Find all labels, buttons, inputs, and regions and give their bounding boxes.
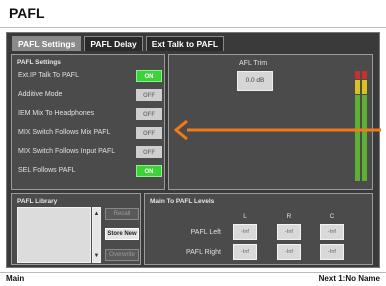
status-bar: Main Next 1:No Name bbox=[0, 272, 386, 286]
meter-yellow-segment bbox=[355, 80, 360, 94]
afl-trim-value[interactable]: 0.0 dB bbox=[237, 71, 273, 91]
status-scene-mix: Main bbox=[6, 274, 25, 283]
meter-red-segment bbox=[355, 71, 360, 79]
level-right-l[interactable]: -Inf bbox=[233, 244, 257, 260]
setting-label: MIX Switch Follows Input PAFL bbox=[18, 148, 116, 155]
setting-row-ext-ip-talk: Ext.IP Talk To PAFL ON bbox=[18, 69, 162, 83]
sel-follows-pafl-toggle[interactable]: ON bbox=[136, 165, 162, 177]
level-right-c[interactable]: -Inf bbox=[320, 244, 344, 260]
level-left-l[interactable]: -Inf bbox=[233, 224, 257, 240]
level-left-r[interactable]: -Inf bbox=[277, 224, 301, 240]
iem-mix-toggle[interactable]: OFF bbox=[136, 108, 162, 120]
title-bar: PAFL bbox=[0, 0, 386, 28]
mix-follows-mix-pafl-toggle[interactable]: OFF bbox=[136, 127, 162, 139]
meter-yellow-segment bbox=[362, 80, 367, 94]
level-left-c[interactable]: -Inf bbox=[320, 224, 344, 240]
pafl-right-label: PAFL Right bbox=[185, 249, 221, 256]
pafl-library-title: PAFL Library bbox=[17, 198, 58, 205]
library-scrollbar[interactable]: ▲ ▼ bbox=[92, 207, 101, 263]
orange-arrow-annotation bbox=[173, 120, 381, 140]
ext-ip-talk-toggle[interactable]: ON bbox=[136, 70, 162, 82]
main-to-pafl-levels-panel: Main To PAFL Levels L R C PAFL Left -Inf… bbox=[144, 193, 373, 265]
library-list[interactable] bbox=[17, 207, 91, 263]
pafl-left-label: PAFL Left bbox=[190, 229, 221, 236]
overwrite-button[interactable]: Overwrite bbox=[105, 249, 139, 261]
pafl-library-panel: PAFL Library ▲ ▼ Recall Store New Overwr… bbox=[11, 193, 141, 265]
setting-label: Ext.IP Talk To PAFL bbox=[18, 72, 79, 79]
status-next-scene: Next 1:No Name bbox=[318, 274, 380, 283]
pafl-settings-panel: PAFL Settings Ext.IP Talk To PAFL ON Add… bbox=[11, 54, 165, 190]
setting-row-iem-mix: IEM Mix To Headphones OFF bbox=[18, 107, 162, 121]
column-header-c: C bbox=[329, 213, 335, 220]
tab-ext-talk-to-pafl[interactable]: Ext Talk to PAFL bbox=[145, 36, 225, 51]
setting-label: SEL Follows PAFL bbox=[18, 167, 76, 174]
meter-red-segment bbox=[362, 71, 367, 79]
pafl-settings-title: PAFL Settings bbox=[17, 59, 61, 66]
tab-pafl-delay[interactable]: PAFL Delay bbox=[84, 36, 143, 51]
mix-follows-input-pafl-toggle[interactable]: OFF bbox=[136, 146, 162, 158]
level-right-r[interactable]: -Inf bbox=[277, 244, 301, 260]
setting-row-sel-follows-pafl: SEL Follows PAFL ON bbox=[18, 164, 162, 178]
setting-label: Additive Mode bbox=[18, 91, 63, 98]
column-header-r: R bbox=[286, 213, 292, 220]
setting-label: IEM Mix To Headphones bbox=[18, 110, 95, 117]
additive-mode-toggle[interactable]: OFF bbox=[136, 89, 162, 101]
page-title: PAFL bbox=[9, 5, 45, 21]
tab-strip: PAFL Settings PAFL Delay Ext Talk to PAF… bbox=[12, 36, 225, 51]
afl-trim-label: AFL Trim bbox=[239, 60, 268, 67]
setting-label: MIX Switch Follows Mix PAFL bbox=[18, 129, 111, 136]
tab-pafl-settings[interactable]: PAFL Settings bbox=[12, 36, 82, 51]
setting-row-mix-follows-mix-pafl: MIX Switch Follows Mix PAFL OFF bbox=[18, 126, 162, 140]
column-header-l: L bbox=[243, 213, 247, 220]
recall-button[interactable]: Recall bbox=[105, 208, 139, 220]
levels-title: Main To PAFL Levels bbox=[150, 198, 215, 205]
setting-row-mix-follows-input-pafl: MIX Switch Follows Input PAFL OFF bbox=[18, 145, 162, 159]
setting-row-additive-mode: Additive Mode OFF bbox=[18, 88, 162, 102]
scroll-down-icon[interactable]: ▼ bbox=[93, 252, 100, 260]
arrow-head bbox=[173, 120, 188, 140]
store-new-button[interactable]: Store New bbox=[105, 228, 139, 240]
main-panel: PAFL Settings PAFL Delay Ext Talk to PAF… bbox=[6, 32, 380, 268]
scroll-up-icon[interactable]: ▲ bbox=[93, 210, 100, 218]
